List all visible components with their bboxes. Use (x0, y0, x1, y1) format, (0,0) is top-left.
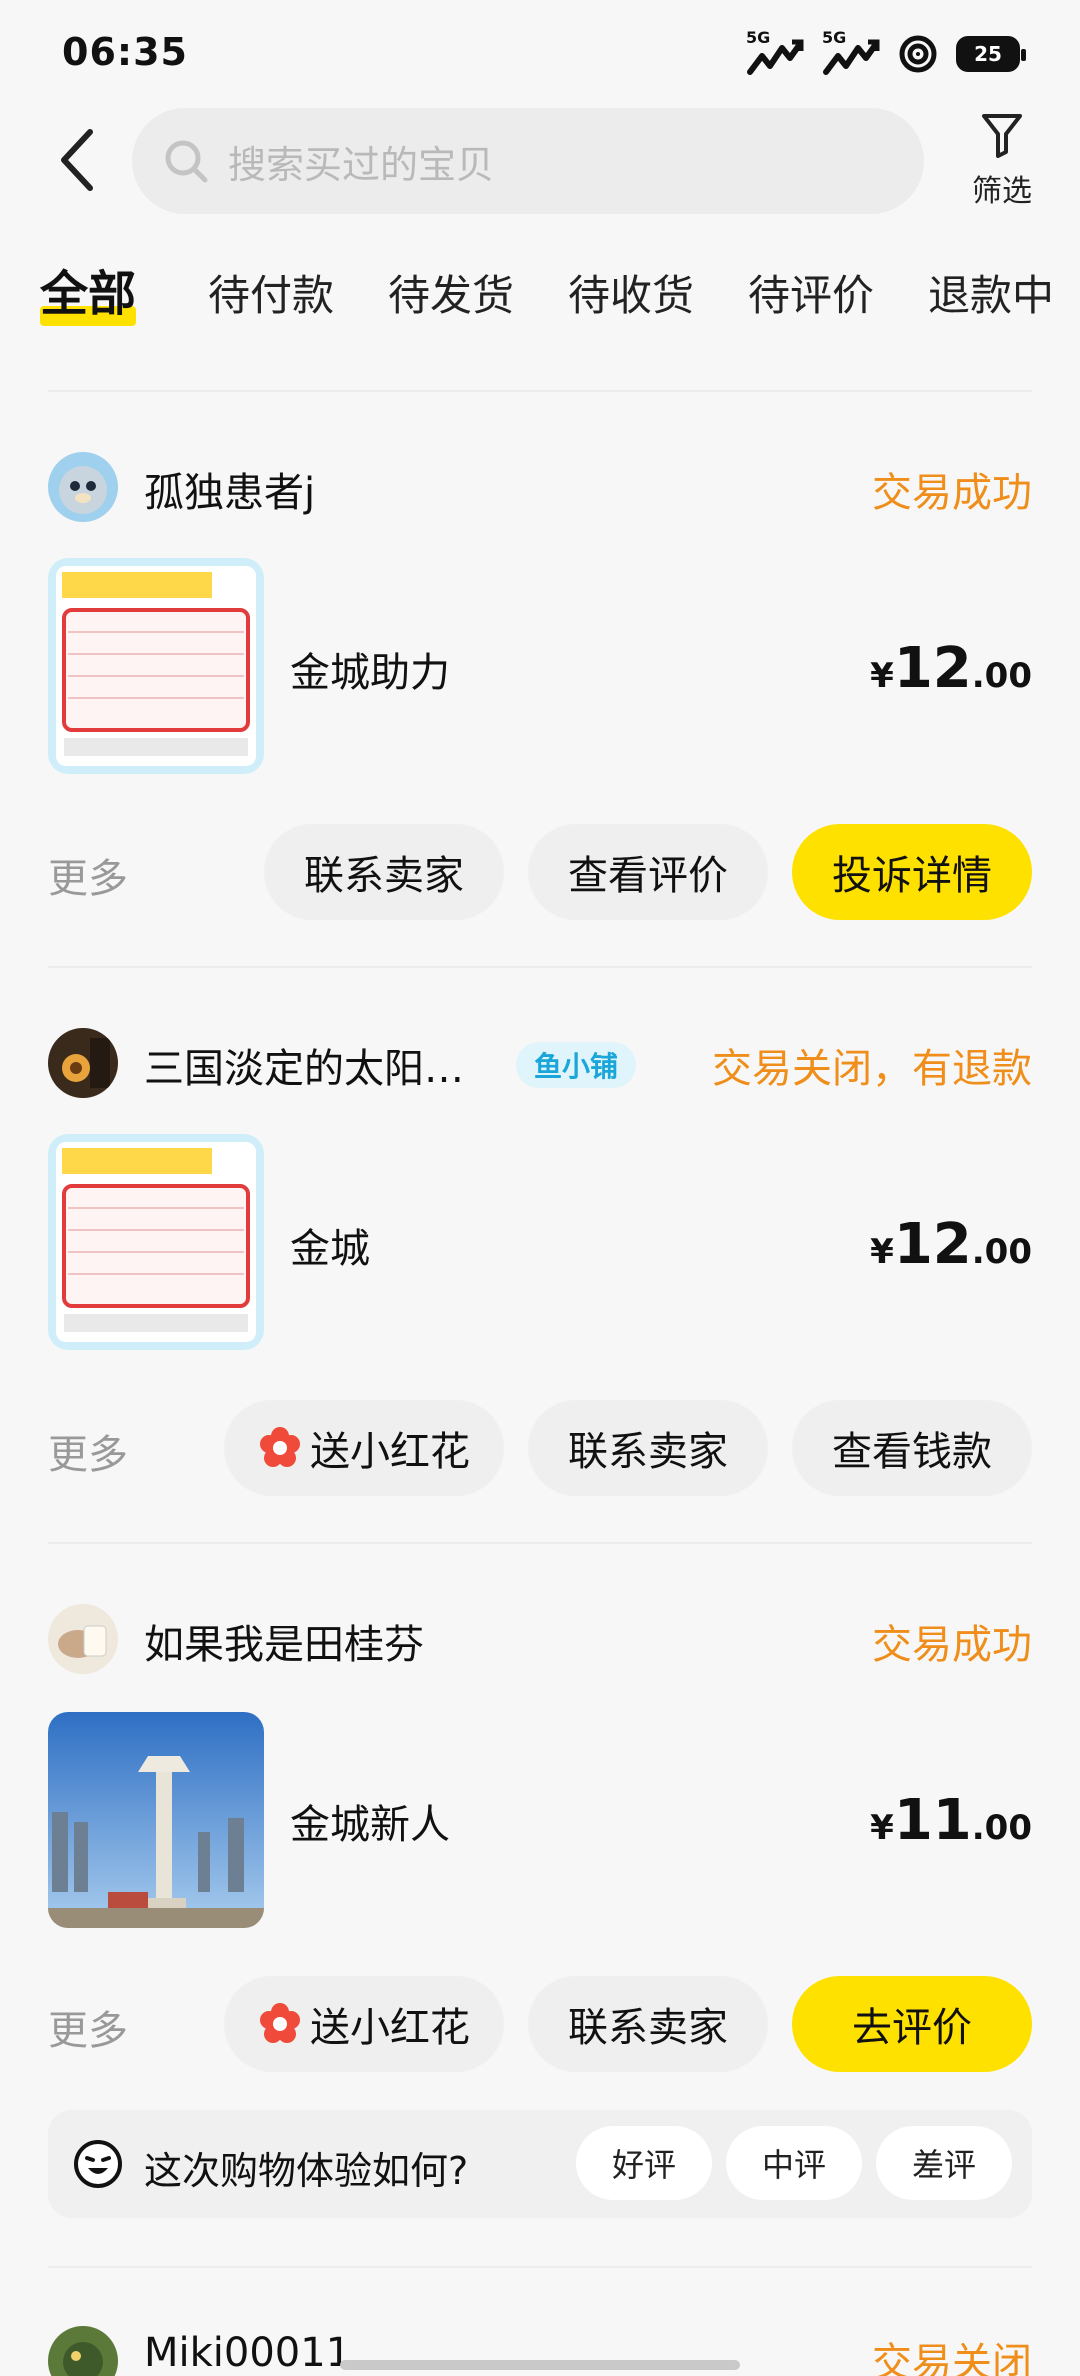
status-time: 06:35 (62, 30, 188, 74)
home-indicator[interactable] (340, 2360, 740, 2370)
review-neutral-button[interactable]: 中评 (726, 2126, 862, 2200)
order-status: 交易成功 (872, 1622, 1032, 1668)
seller-name[interactable]: 三国淡定的太阳… (144, 1036, 464, 1094)
status-icons: 5G 5G 25 (746, 26, 1026, 82)
review-prompt: 这次购物体验如何? 好评 中评 差评 (48, 2110, 1032, 2218)
contact-seller-button[interactable]: 联系卖家 (528, 1976, 768, 2072)
view-funds-button[interactable]: 查看钱款 (792, 1400, 1032, 1496)
back-button[interactable] (44, 120, 108, 200)
signal-5g-icon-2: 5G (822, 28, 880, 80)
review-bad-button[interactable]: 差评 (876, 2126, 1012, 2200)
tab-pending-payment[interactable]: 待付款 (208, 262, 334, 323)
send-flower-button[interactable]: 送小红花 (224, 1400, 504, 1496)
product-thumbnail[interactable] (48, 1134, 264, 1350)
send-flower-button[interactable]: 送小红花 (224, 1976, 504, 2072)
seller-avatar[interactable] (48, 1604, 118, 1674)
divider (48, 390, 1032, 392)
flower-icon (260, 2003, 300, 2043)
divider (48, 966, 1032, 968)
seller-avatar[interactable] (48, 1028, 118, 1098)
tab-pending-review[interactable]: 待评价 (748, 262, 874, 323)
search-icon (165, 140, 208, 183)
filter-icon (982, 114, 1022, 158)
write-review-button[interactable]: 去评价 (792, 1976, 1032, 2072)
signal-5g-icon: 5G (746, 28, 804, 80)
more-link[interactable]: 更多 (48, 846, 128, 904)
tab-pending-shipment[interactable]: 待发货 (388, 262, 514, 323)
product-title[interactable]: 金城助力 (290, 640, 450, 698)
product-price: ¥12.00 (870, 1212, 1032, 1277)
search-placeholder: 搜索买过的宝贝 (228, 142, 495, 187)
product-price: ¥12.00 (870, 636, 1032, 701)
product-thumbnail[interactable] (48, 1712, 264, 1928)
product-title[interactable]: 金城新人 (290, 1792, 450, 1850)
product-price: ¥11.00 (870, 1788, 1032, 1853)
view-review-button[interactable]: 查看评价 (528, 824, 768, 920)
contact-seller-button[interactable]: 联系卖家 (264, 824, 504, 920)
tab-pending-receipt[interactable]: 待收货 (568, 262, 694, 323)
more-link[interactable]: 更多 (48, 1998, 128, 2056)
back-arrow-icon (61, 129, 93, 191)
seller-avatar[interactable] (48, 2326, 118, 2376)
order-tabs: 全部 待付款 待发货 待收货 待评价 退款中 (0, 252, 1080, 332)
review-question: 这次购物体验如何? (144, 2149, 469, 2193)
smiley-icon (74, 2140, 122, 2188)
divider (48, 1542, 1032, 1544)
shop-badge: 鱼小铺 (516, 1042, 637, 1088)
filter-button[interactable]: 筛选 (962, 112, 1042, 222)
review-good-button[interactable]: 好评 (576, 2126, 712, 2200)
contact-seller-button[interactable]: 联系卖家 (528, 1400, 768, 1496)
product-thumbnail[interactable] (48, 558, 264, 774)
seller-name[interactable]: Miki00011 (144, 2330, 351, 2376)
search-input[interactable]: 搜索买过的宝贝 (132, 108, 924, 214)
seller-name[interactable]: 孤独患者j (144, 460, 315, 518)
order-status: 交易成功 (872, 470, 1032, 516)
hotspot-icon (899, 35, 937, 73)
product-title[interactable]: 金城 (290, 1216, 370, 1274)
order-status: 交易关闭 (872, 2340, 1032, 2376)
divider (48, 2266, 1032, 2268)
seller-avatar[interactable] (48, 452, 118, 522)
seller-name[interactable]: 如果我是田桂芬 (144, 1612, 424, 1670)
flower-icon (260, 1427, 300, 1467)
order-status: 交易关闭，有退款 (712, 1046, 1032, 1092)
battery-icon: 25 (956, 36, 1026, 72)
tab-refunding[interactable]: 退款中 (928, 262, 1054, 323)
more-link[interactable]: 更多 (48, 1422, 128, 1480)
tab-all[interactable]: 全部 (40, 254, 137, 326)
complaint-details-button[interactable]: 投诉详情 (792, 824, 1032, 920)
